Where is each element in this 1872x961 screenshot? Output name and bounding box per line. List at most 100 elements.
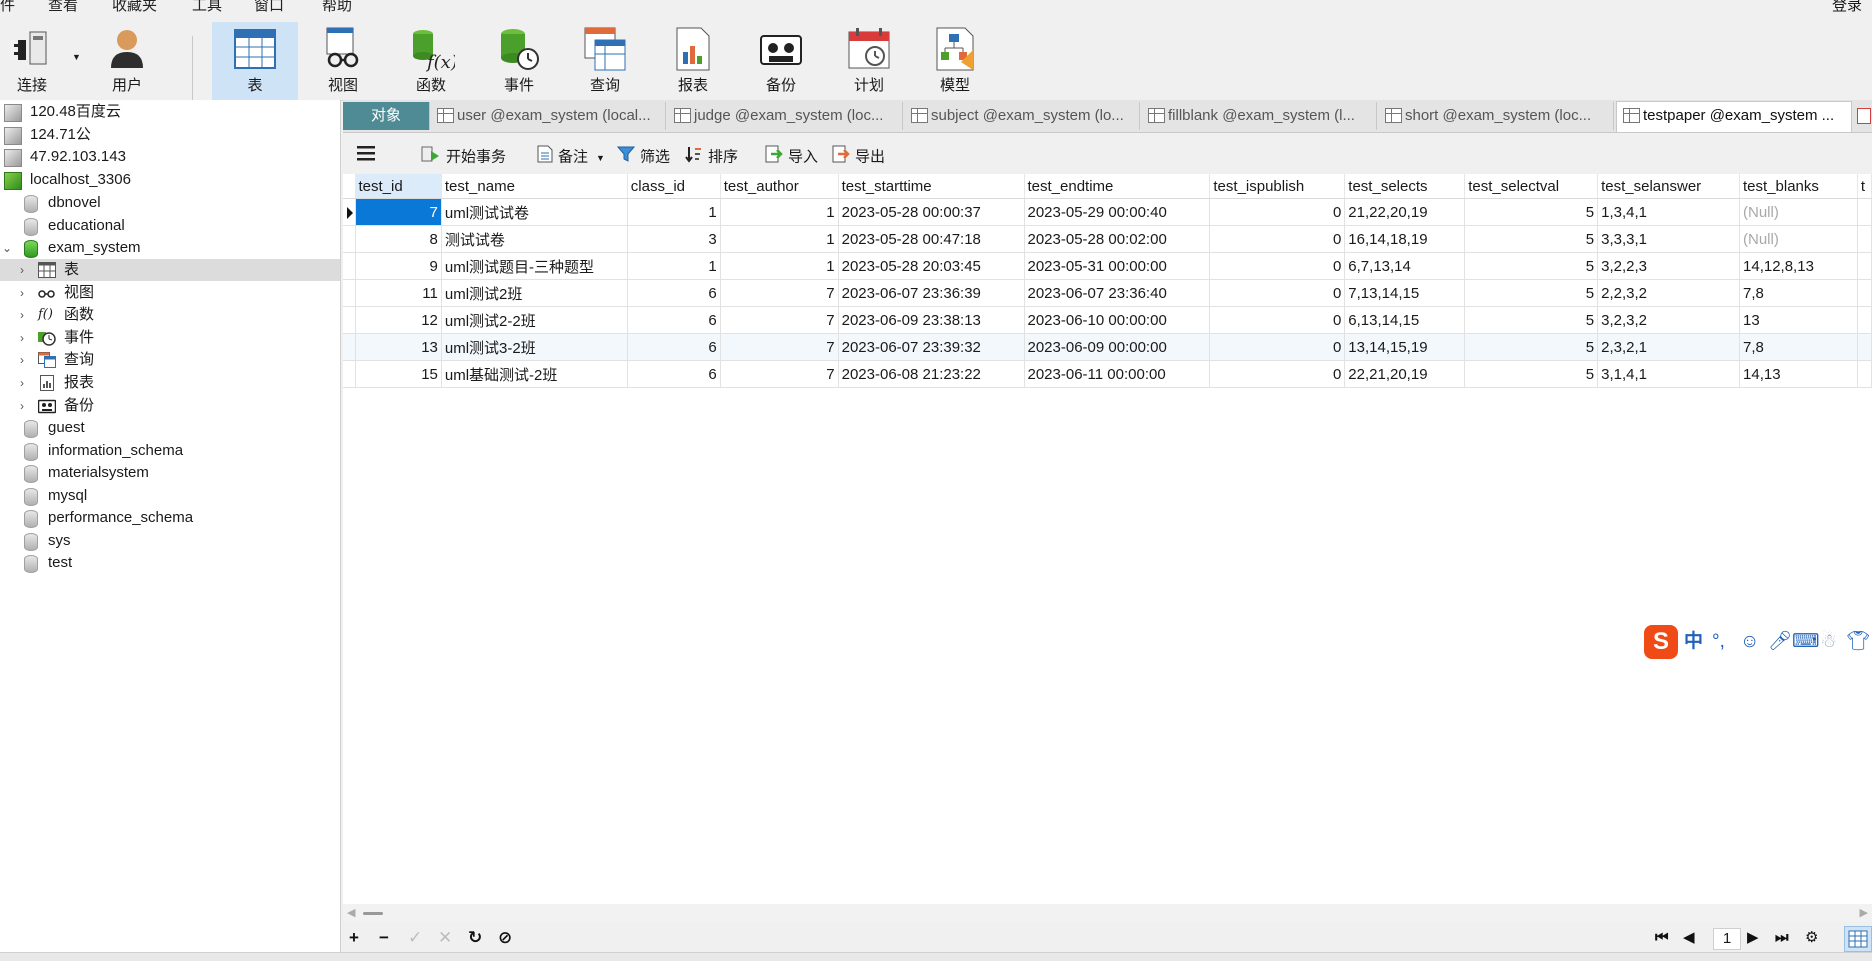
tab-objects[interactable]: 对象 — [343, 102, 430, 130]
cell[interactable]: uml测试2班 — [441, 279, 628, 307]
grid-view-toggle[interactable] — [1844, 926, 1872, 952]
schedule-button[interactable]: 计划 — [826, 22, 912, 100]
cell[interactable]: 15 — [355, 360, 442, 388]
cell[interactable]: 5 — [1464, 306, 1599, 334]
import-button[interactable]: 导入 — [765, 145, 818, 167]
tree-connection[interactable]: 120.48百度云 — [0, 101, 340, 123]
chevron-right-icon[interactable]: › — [20, 349, 24, 371]
cell[interactable]: 2023-05-28 00:02:00 — [1024, 225, 1211, 253]
cell[interactable]: 2023-06-09 00:00:00 — [1024, 333, 1211, 361]
cell[interactable]: uml基础测试-2班 — [441, 360, 628, 388]
row-indicator[interactable] — [343, 225, 356, 253]
backup-button[interactable]: 备份 — [738, 22, 824, 100]
cell[interactable]: 2023-05-28 20:03:45 — [838, 252, 1025, 280]
column-header[interactable]: test_starttime — [838, 174, 1025, 199]
ime-mode-label[interactable]: 中 — [1684, 630, 1703, 654]
cell[interactable]: uml测试3-2班 — [441, 333, 628, 361]
cell[interactable]: 7 — [720, 360, 839, 388]
cell[interactable]: 2023-05-31 00:00:00 — [1024, 252, 1211, 280]
cell[interactable]: 8 — [355, 225, 442, 253]
report-button[interactable]: 报表 — [650, 22, 736, 100]
cell[interactable]: 7,8 — [1739, 279, 1858, 307]
cell[interactable]: 6 — [627, 306, 721, 334]
tree-item-events[interactable]: › 事件 — [0, 327, 340, 349]
tree-connection[interactable]: 124.71公 — [0, 124, 340, 146]
column-header[interactable]: test_selects — [1344, 174, 1466, 199]
table-button[interactable]: 表 — [212, 22, 298, 100]
cell[interactable]: 6,7,13,14 — [1344, 252, 1466, 280]
cell[interactable]: 0 — [1209, 198, 1346, 226]
cell[interactable]: 13,14,15,19 — [1344, 333, 1466, 361]
cell[interactable]: 2023-06-07 23:39:32 — [838, 333, 1025, 361]
cell[interactable]: 0 — [1209, 360, 1346, 388]
cell[interactable]: 5 — [1464, 333, 1599, 361]
chevron-down-icon[interactable]: ▼ — [596, 153, 605, 163]
connect-dropdown-icon[interactable]: ▼ — [72, 52, 81, 62]
cell[interactable]: 1 — [720, 225, 839, 253]
column-header[interactable]: test_id — [355, 174, 442, 199]
cell[interactable]: 6,13,14,15 — [1344, 306, 1466, 334]
cell[interactable]: 3,2,3,2 — [1597, 306, 1741, 334]
cell[interactable]: 21,22,20,19 — [1344, 198, 1466, 226]
chevron-right-icon[interactable]: › — [20, 327, 24, 349]
model-button[interactable]: 模型 — [912, 22, 998, 100]
column-header[interactable]: test_ispublish — [1209, 174, 1346, 199]
cell[interactable]: 2,2,3,2 — [1597, 279, 1741, 307]
cell[interactable]: 1 — [720, 252, 839, 280]
connect-button[interactable]: 连接 — [0, 22, 64, 100]
cell[interactable]: 0 — [1209, 252, 1346, 280]
cell[interactable]: 5 — [1464, 225, 1599, 253]
table-row[interactable]: 15 uml基础测试-2班 6 7 2023-06-08 21:23:22 20… — [343, 360, 1872, 388]
column-header[interactable]: test_name — [441, 174, 628, 199]
tree-database[interactable]: dbnovel — [0, 192, 340, 214]
tree-item-backups[interactable]: › 备份 — [0, 395, 340, 417]
cell[interactable]: 6 — [627, 279, 721, 307]
cell[interactable]: 测试试卷 — [441, 225, 628, 253]
scroll-thumb[interactable] — [363, 912, 383, 915]
menu-window[interactable]: 窗口 — [254, 0, 284, 14]
column-header[interactable]: test_endtime — [1024, 174, 1211, 199]
event-button[interactable]: 事件 — [476, 22, 562, 100]
tree-item-views[interactable]: › 视图 — [0, 282, 340, 304]
chevron-right-icon[interactable]: › — [20, 304, 24, 326]
scroll-right-icon[interactable]: ▶ — [1860, 906, 1868, 919]
chevron-right-icon[interactable]: › — [20, 395, 24, 417]
cell[interactable]: 2,3,2,1 — [1597, 333, 1741, 361]
tree-item-functions[interactable]: › f() 函数 — [0, 304, 340, 326]
cell[interactable]: uml测试题目-三种题型 — [441, 252, 628, 280]
cell[interactable]: 12 — [355, 306, 442, 334]
cell[interactable]: 2023-06-11 00:00:00 — [1024, 360, 1211, 388]
tree-database[interactable]: sys — [0, 530, 340, 552]
menu-help[interactable]: 帮助 — [322, 0, 352, 14]
cell[interactable]: 5 — [1464, 360, 1599, 388]
next-page-icon[interactable]: ▶ — [1747, 927, 1759, 949]
cell[interactable]: 5 — [1464, 252, 1599, 280]
tree-database[interactable]: guest — [0, 417, 340, 439]
cell[interactable]: 2023-06-07 23:36:39 — [838, 279, 1025, 307]
sort-button[interactable]: 排序 — [685, 145, 738, 167]
cell[interactable]: 1 — [627, 198, 721, 226]
cell[interactable]: (Null) — [1739, 198, 1858, 226]
cell[interactable]: 6 — [627, 360, 721, 388]
table-row[interactable]: 11 uml测试2班 6 7 2023-06-07 23:36:39 2023-… — [343, 279, 1872, 307]
tree-database[interactable]: mysql — [0, 485, 340, 507]
emoji-icon[interactable]: ☺ — [1740, 630, 1759, 654]
cell[interactable]: 7,13,14,15 — [1344, 279, 1466, 307]
cell[interactable] — [1857, 279, 1872, 307]
cell[interactable]: 11 — [355, 279, 442, 307]
cell[interactable]: 7 — [720, 306, 839, 334]
cell[interactable]: 14,12,8,13 — [1739, 252, 1858, 280]
first-page-icon[interactable]: ⏮ — [1655, 927, 1669, 949]
cell[interactable]: 22,21,20,19 — [1344, 360, 1466, 388]
tab-judge[interactable]: judge @exam_system (loc... — [668, 102, 903, 130]
tree-item-tables[interactable]: › 表 — [0, 259, 340, 281]
cell[interactable]: 0 — [1209, 225, 1346, 253]
punctuation-icon[interactable]: °, — [1712, 630, 1725, 654]
cell[interactable]: 3,3,3,1 — [1597, 225, 1741, 253]
cell[interactable]: 2023-06-10 00:00:00 — [1024, 306, 1211, 334]
sogou-logo-icon[interactable]: S — [1644, 625, 1678, 659]
previous-page-icon[interactable]: ◀ — [1683, 927, 1695, 949]
menu-tools[interactable]: 工具 — [192, 0, 222, 14]
filter-button[interactable]: 筛选 — [616, 145, 670, 167]
cell[interactable]: 1 — [720, 198, 839, 226]
